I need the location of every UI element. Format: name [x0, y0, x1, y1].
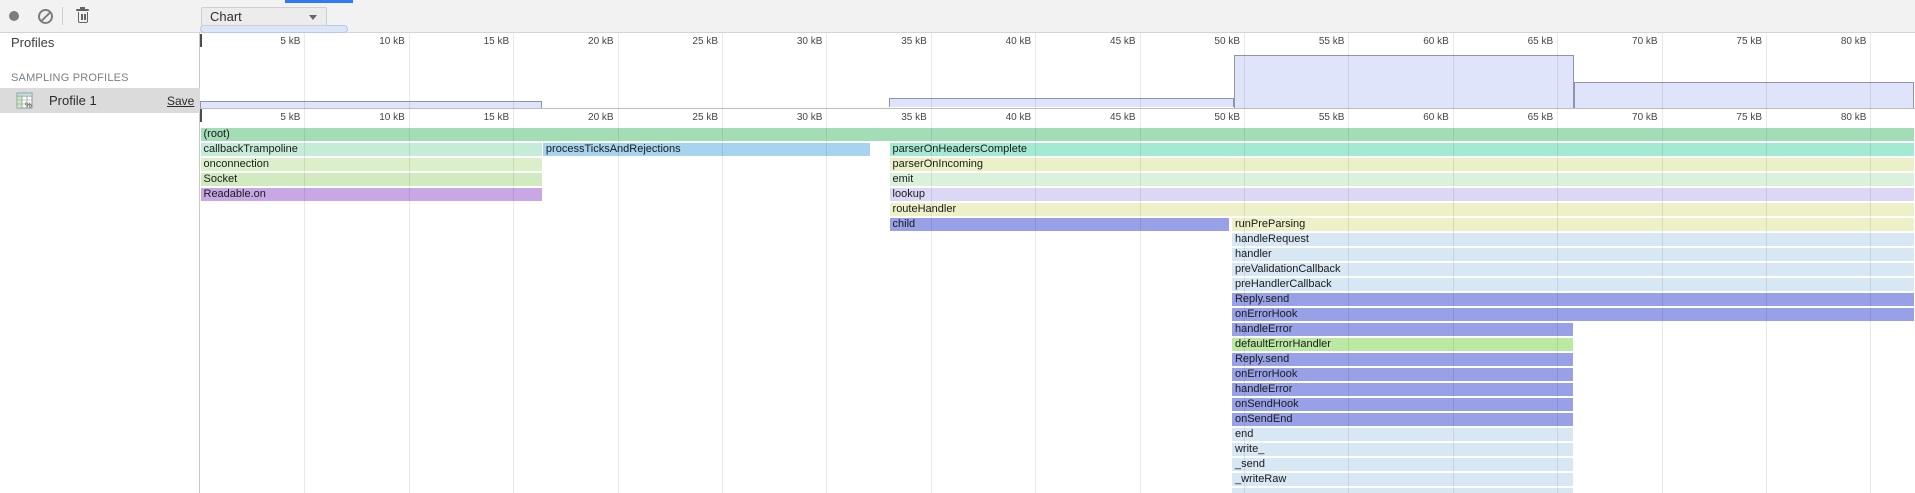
flame-frame-reply-send[interactable]: Reply.send: [1232, 293, 1914, 306]
flame-frame-emit[interactable]: emit: [890, 173, 1914, 186]
flame-frame-prehandlercallback[interactable]: preHandlerCallback: [1232, 278, 1914, 291]
selected-tab-indicator: [285, 0, 353, 3]
svg-text:%: %: [25, 101, 32, 110]
flame-frame-handleerror[interactable]: handleError: [1232, 323, 1573, 336]
save-profile-link[interactable]: Save: [167, 94, 194, 108]
ruler-tick-label: 55 kB: [1300, 112, 1344, 123]
profile-document-icon: %: [16, 92, 33, 109]
ruler-tick-label: 5 kB: [256, 112, 300, 123]
ruler-tick-label: 30 kB: [778, 112, 822, 123]
ruler-tick-label: 35 kB: [883, 112, 927, 123]
flame-frame-onconnection[interactable]: onconnection: [201, 158, 542, 171]
flame-frame-onsendhook[interactable]: onSendHook: [1232, 398, 1573, 411]
flame-frame-readable-on[interactable]: Readable.on: [201, 188, 542, 201]
overview-area-step: [889, 98, 1234, 107]
flame-frame-handlerequest[interactable]: handleRequest: [1232, 233, 1914, 246]
ruler-tick-label: 15 kB: [465, 112, 509, 123]
flame-frame-onerrorhook[interactable]: onErrorHook: [1232, 368, 1573, 381]
ruler-tick-label: 20 kB: [570, 112, 614, 123]
flame-frame-lookup[interactable]: lookup: [890, 188, 1914, 201]
view-mode-select[interactable]: Chart: [201, 7, 327, 26]
profile-name: Profile 1: [49, 93, 97, 108]
ruler-tick-label: 75 kB: [1718, 112, 1762, 123]
flame-frame-parseronheaderscomplete[interactable]: parserOnHeadersComplete: [890, 143, 1914, 156]
overview-area-step: [200, 101, 542, 108]
profiles-header: Profiles: [11, 35, 54, 50]
profiles-sidebar: Profiles SAMPLING PROFILES % Profile 1 S…: [0, 33, 200, 493]
overview-area-step: [1234, 55, 1574, 108]
sampling-profiles-group-header: SAMPLING PROFILES: [11, 72, 129, 84]
record-icon[interactable]: [9, 11, 19, 21]
flame-frame-parseronincoming[interactable]: parserOnIncoming: [890, 158, 1914, 171]
flame-frame-onsendend[interactable]: onSendEnd: [1232, 413, 1573, 426]
sidebar-item-profile-1[interactable]: % Profile 1 Save: [0, 88, 200, 113]
flame-frame-child[interactable]: child: [890, 218, 1229, 231]
flame-frame-handleerror[interactable]: handleError: [1232, 383, 1573, 396]
flame-frame-processticksandrejections[interactable]: processTicksAndRejections: [543, 143, 870, 156]
flame-frame-routehandler[interactable]: routeHandler: [890, 203, 1914, 216]
ruler-tick-label: 50 kB: [1196, 112, 1240, 123]
allocation-flame-chart: 5 kB 10 kB 15 kB 20 kB 25 kB 30 kB 35 kB 40 kB 4…: [200, 33, 1915, 493]
overview-pane[interactable]: [200, 33, 1915, 109]
flame-frame-reply-send[interactable]: Reply.send: [1232, 353, 1573, 366]
flame-frame-end[interactable]: end: [1232, 428, 1573, 441]
overview-scroll-pill: [200, 25, 348, 33]
trash-icon[interactable]: [76, 7, 90, 25]
flame-frame-handler[interactable]: handler: [1232, 248, 1914, 261]
ruler-tick-label: 80 kB: [1822, 112, 1866, 123]
memory-profiler-panel: { "toolbar": { "chart_select_value": "Ch…: [0, 0, 1915, 493]
flame-frame-onerrorhook[interactable]: onErrorHook: [1232, 308, 1914, 321]
flame-frame-defaulterrorhandler[interactable]: defaultErrorHandler: [1232, 338, 1573, 351]
flame-frame-socket[interactable]: Socket: [201, 173, 542, 186]
ruler-origin-tick: [200, 34, 202, 47]
ruler-tick-label: 70 kB: [1614, 112, 1658, 123]
overview-area-step: [1574, 82, 1914, 108]
toolbar-divider: [62, 7, 63, 25]
flame-frame-write-[interactable]: write_: [1232, 443, 1573, 456]
flame-frame-callbacktrampoline[interactable]: callbackTrampoline: [201, 143, 542, 156]
toolbar: Chart: [0, 0, 1915, 33]
ruler-tick-label: 60 kB: [1405, 112, 1449, 123]
ruler-tick-label: 10 kB: [361, 112, 405, 123]
flame-frame-runpreparsing[interactable]: runPreParsing: [1232, 218, 1914, 231]
ruler-tick-label: 65 kB: [1509, 112, 1553, 123]
flame-frame-clipped[interactable]: [1232, 488, 1573, 493]
ruler-tick-label: 25 kB: [674, 112, 718, 123]
flame-frame-prevalidationcallback[interactable]: preValidationCallback: [1232, 263, 1914, 276]
ruler-tick-label: 40 kB: [987, 112, 1031, 123]
flame-frame--writeraw[interactable]: _writeRaw: [1232, 473, 1573, 486]
ruler-tick-label: 45 kB: [1092, 112, 1136, 123]
ruler-origin-tick: [200, 109, 202, 122]
flame-frame--root-[interactable]: (root): [201, 128, 1914, 141]
flame-frame--send[interactable]: _send: [1232, 458, 1573, 471]
clear-all-icon[interactable]: [38, 9, 53, 24]
chevron-down-icon: [309, 15, 317, 20]
view-mode-selected-value: Chart: [210, 9, 242, 25]
